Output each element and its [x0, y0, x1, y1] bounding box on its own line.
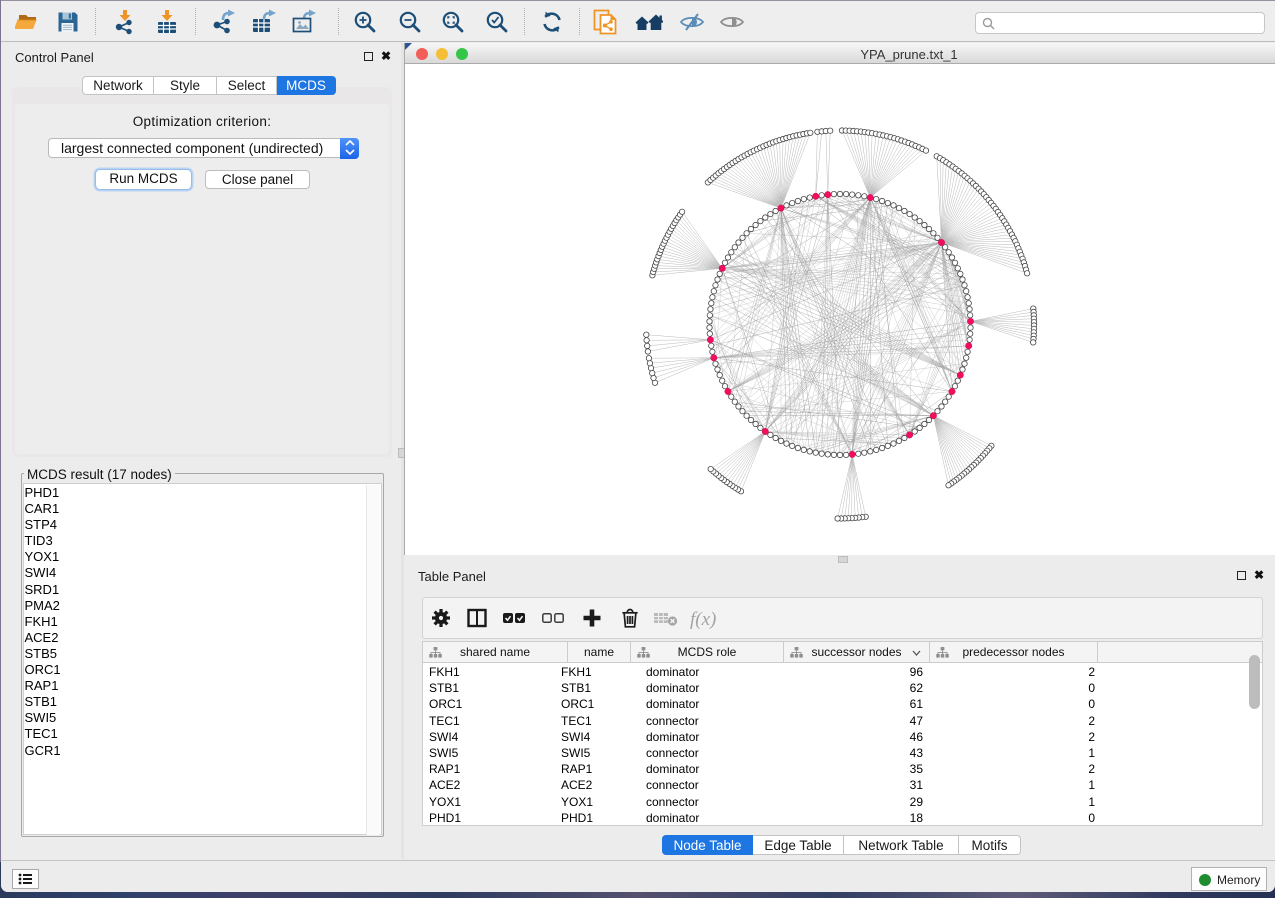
- svg-text:f(x): f(x): [690, 609, 716, 630]
